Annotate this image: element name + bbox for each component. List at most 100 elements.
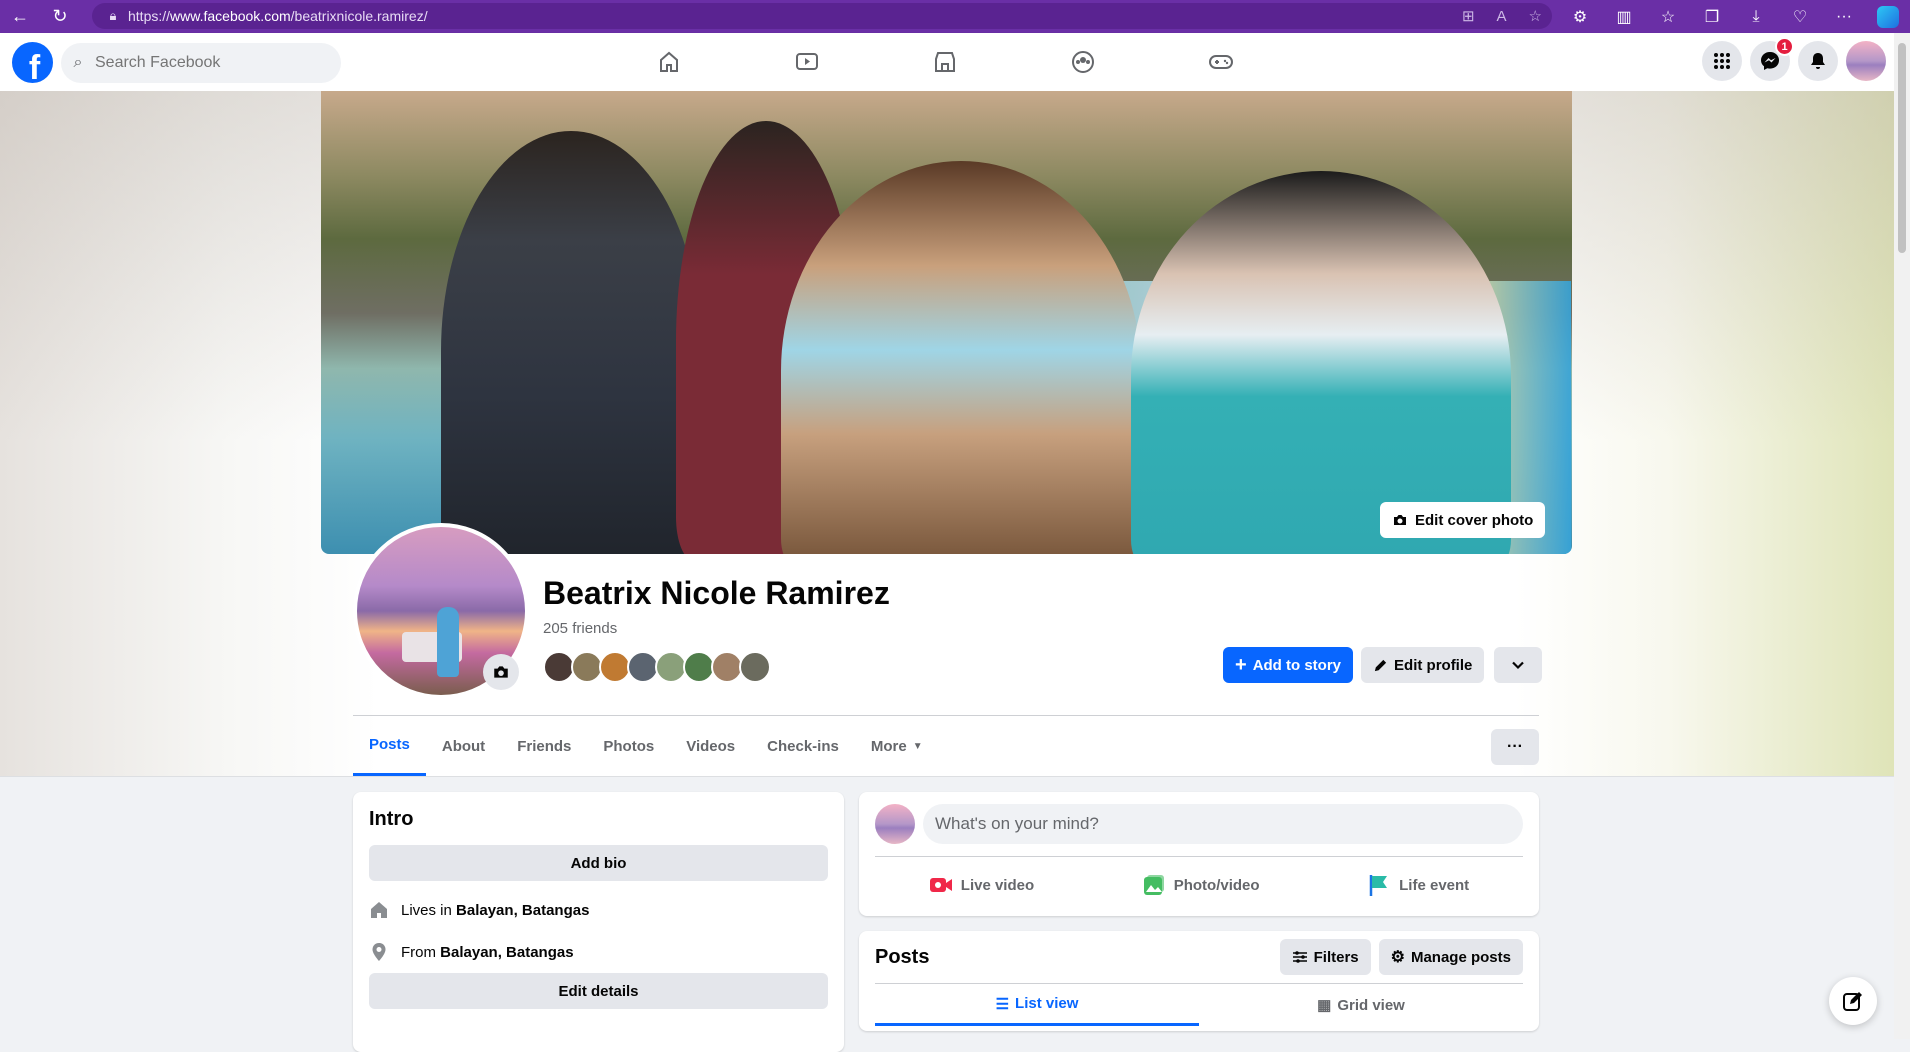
cover-person-4 [1131,171,1511,554]
search-box[interactable]: ⌕ [61,43,341,83]
edit-profile-label: Edit profile [1394,656,1473,674]
tab-checkins[interactable]: Check-ins [751,716,855,776]
location-pin-icon [372,943,386,961]
header-bottom-border [0,776,1894,777]
list-view-tab[interactable]: ☰ List view [875,984,1199,1026]
friend-count[interactable]: 205 friends [543,620,617,637]
app-install-icon[interactable]: ⊞ [1462,7,1475,25]
life-event-label: Life event [1399,876,1470,894]
video-icon[interactable] [738,33,876,91]
list-view-label: List view [1015,995,1079,1012]
tab-more-label: More [870,737,907,755]
home-icon [371,902,387,918]
posts-title: Posts [875,945,930,968]
home-icon[interactable] [600,33,738,91]
scrollbar-thumb[interactable] [1898,43,1906,253]
new-message-button[interactable] [1829,977,1877,1025]
chevron-down-icon [1512,661,1525,670]
add-bio-button[interactable]: Add bio [369,845,828,881]
lives-in-text: Lives in Balayan, Batangas [401,901,590,919]
pencil-icon [1374,659,1387,671]
flag-icon [1369,875,1388,896]
intro-card: Intro Add bio Lives in Balayan, Batangas… [353,792,844,1052]
live-video-button[interactable]: Live video [929,865,1034,905]
manage-posts-button[interactable]: ⚙ Manage posts [1378,939,1523,975]
add-to-story-label: Add to story [1252,656,1342,674]
from-text: From Balayan, Batangas [401,943,574,961]
tab-friends[interactable]: Friends [501,716,587,776]
cover-photo[interactable] [321,91,1572,554]
list-icon: ☰ [995,995,1010,1013]
read-aloud-icon[interactable]: A [1497,8,1507,25]
copilot-icon[interactable] [1866,0,1910,33]
messenger-icon[interactable]: 1 [1750,37,1794,81]
edit-cover-photo-label: Edit cover photo [1415,511,1534,529]
filters-button[interactable]: Filters [1279,939,1371,975]
profile-options-button[interactable] [1494,647,1543,683]
tab-posts[interactable]: Posts [353,716,426,776]
more-menu-icon[interactable]: ··· [1822,0,1866,33]
photo-video-button[interactable]: Photo/video [1142,865,1260,905]
facebook-logo[interactable]: f [12,42,53,83]
caret-down-icon: ▼ [912,740,923,752]
split-screen-icon[interactable]: ▥ [1602,0,1646,33]
lock-icon: 🔒︎ [109,8,117,23]
grid-icon: ▦ [1317,997,1332,1014]
profile-name: Beatrix Nicole Ramirez [543,575,890,611]
cover-person-1 [441,131,701,554]
health-icon[interactable]: ♡ [1778,0,1822,33]
favorites-icon[interactable]: ☆ [1646,0,1690,33]
composer-input[interactable]: What's on your mind? [923,804,1523,844]
page-scrollbar[interactable] [1894,33,1910,1039]
search-input[interactable] [95,54,315,72]
cover-person-3 [781,161,1141,554]
life-event-button[interactable]: Life event [1367,865,1469,905]
grid-view-tab[interactable]: ▦ Grid view [1199,984,1523,1026]
intro-title: Intro [369,808,414,830]
composer-avatar[interactable] [875,804,915,844]
favorite-star-icon[interactable]: ☆ [1529,7,1542,25]
edit-profile-button[interactable]: Edit profile [1361,647,1485,683]
gear-icon: ⚙ [1390,949,1405,966]
profile-picture-person [437,607,459,677]
profile-tabs: Posts About Friends Photos Videos Check-… [353,716,939,776]
composer-divider [875,856,1523,857]
friend-avatars [543,651,771,683]
back-icon[interactable]: ← [0,0,40,33]
tab-videos[interactable]: Videos [670,716,751,776]
extensions-icon[interactable]: ⚙ [1558,0,1602,33]
photo-icon [1143,875,1164,895]
manage-posts-label: Manage posts [1410,948,1511,966]
posts-card: Posts Filters ⚙ Manage posts ☰ List view… [859,931,1539,1031]
friend-avatar[interactable] [739,651,771,683]
tab-about[interactable]: About [426,716,501,776]
collections-icon[interactable]: ❐ [1690,0,1734,33]
add-to-story-button[interactable]: + Add to story [1223,647,1354,683]
search-icon: ⌕ [73,54,83,71]
browser-toolbar: ← ↻ 🔒︎ https://www.facebook.com/beatrixn… [0,0,1910,33]
edit-cover-photo-button[interactable]: Edit cover photo [1380,502,1546,538]
filters-icon [1292,951,1307,963]
gaming-icon[interactable] [1152,33,1290,91]
messenger-badge: 1 [1775,37,1794,56]
more-options-button[interactable]: ··· [1491,729,1539,765]
downloads-icon[interactable]: ⤓ [1734,0,1778,33]
groups-icon[interactable] [1014,33,1152,91]
facebook-top-nav: f ⌕ 1 [0,33,1894,91]
plus-icon: + [1235,654,1247,676]
menu-grid-icon[interactable] [1702,41,1742,81]
marketplace-icon[interactable] [876,33,1014,91]
profile-camera-icon[interactable] [483,654,519,690]
intro-from: From Balayan, Batangas [369,931,828,973]
tab-photos[interactable]: Photos [587,716,670,776]
live-video-icon [929,878,952,892]
filters-label: Filters [1313,948,1359,966]
tab-more[interactable]: More ▼ [855,716,939,776]
notifications-bell-icon[interactable] [1798,41,1838,81]
refresh-icon[interactable]: ↻ [40,0,80,33]
account-avatar[interactable] [1846,41,1886,81]
url-text: https://www.facebook.com/beatrixnicole.r… [128,8,428,24]
grid-view-label: Grid view [1337,996,1405,1014]
address-bar[interactable]: 🔒︎ https://www.facebook.com/beatrixnicol… [92,3,1552,29]
edit-details-button[interactable]: Edit details [369,973,828,1009]
